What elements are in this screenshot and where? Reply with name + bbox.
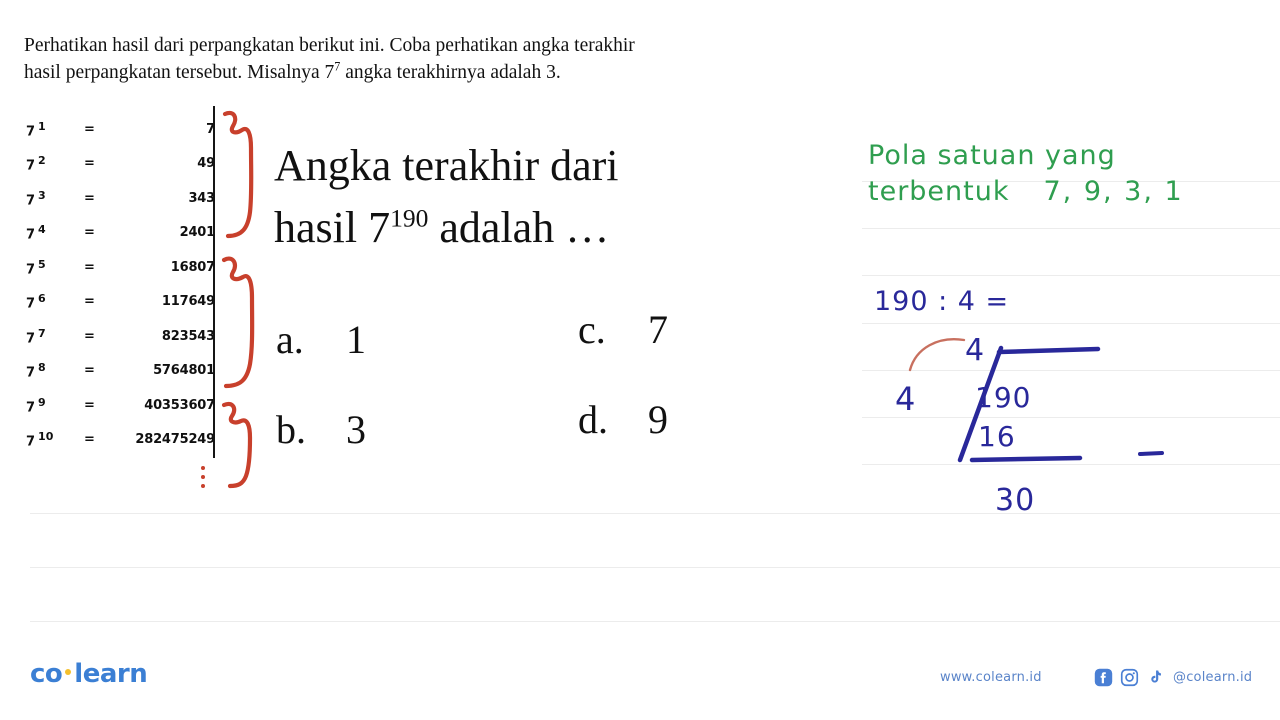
power-expression: 79 [26, 395, 46, 415]
power-expression: 71 [26, 119, 46, 139]
question-line-1: Angka terakhir dari [274, 141, 619, 190]
power-expression: 76 [26, 292, 46, 312]
option-b[interactable]: b. 3 [276, 406, 366, 453]
annotation-division-header: 190 : 4 = [874, 286, 1010, 317]
table-row: 72 = 49 [22, 147, 218, 182]
annotation-green-line-2: terbentuk 7, 9, 3, 1 [868, 176, 1184, 207]
dot [201, 466, 205, 470]
equals-sign: = [84, 363, 95, 379]
option-c-value: 7 [648, 307, 668, 352]
logo-dot-icon [65, 668, 72, 675]
prompt-line-2-b: angka terakhirnya adalah 3. [340, 62, 561, 83]
power-value: 5764801 [153, 363, 215, 379]
table-row: 73 = 343 [22, 181, 218, 216]
power-expression: 75 [26, 257, 46, 277]
rule-line [862, 275, 1280, 276]
red-pointer-arc [908, 338, 966, 372]
power-value: 343 [188, 190, 215, 206]
power-value: 7 [206, 121, 215, 137]
prompt-text: Perhatikan hasil dari perpangkatan berik… [24, 32, 869, 86]
rule-line [862, 228, 1280, 229]
table-row: 76 = 117649 [22, 285, 218, 320]
instagram-icon[interactable] [1120, 668, 1139, 687]
option-c-label: c. [578, 307, 606, 352]
equals-sign: = [84, 121, 95, 137]
facebook-icon[interactable] [1094, 668, 1113, 687]
red-brace-group-2 [221, 256, 255, 389]
option-d[interactable]: d. 9 [578, 396, 668, 443]
table-row: 71 = 7 [22, 112, 218, 147]
annotation-green-pattern: 7, 9, 3, 1 [1043, 176, 1184, 207]
power-value: 49 [197, 156, 215, 172]
power-value: 40353607 [144, 397, 215, 413]
power-value: 2401 [179, 225, 216, 241]
equals-sign: = [84, 397, 95, 413]
social-handle[interactable]: @colearn.id [1173, 670, 1252, 685]
question-line-2: hasil 7190 adalah … [274, 203, 610, 252]
equals-sign: = [84, 432, 95, 448]
table-vertical-rule [213, 106, 215, 458]
power-value: 823543 [161, 328, 215, 344]
red-brace-group-3 [221, 401, 253, 489]
option-b-value: 3 [346, 407, 366, 452]
option-a-label: a. [276, 317, 304, 362]
equals-sign: = [84, 259, 95, 275]
prompt-line-1: Perhatikan hasil dari perpangkatan berik… [24, 35, 635, 56]
option-a-value: 1 [346, 317, 366, 362]
website-url[interactable]: www.colearn.id [940, 670, 1042, 685]
table-continuation-dots [201, 466, 207, 493]
power-expression: 77 [26, 326, 46, 346]
table-row: 78 = 5764801 [22, 354, 218, 389]
table-row: 79 = 40353607 [22, 388, 218, 423]
equals-sign: = [84, 156, 95, 172]
power-value: 282475249 [135, 432, 215, 448]
option-d-label: d. [578, 397, 608, 442]
tiktok-icon[interactable] [1146, 668, 1163, 687]
table-row: 77 = 823543 [22, 319, 218, 354]
annotation-green-label: terbentuk [868, 176, 1010, 207]
equals-sign: = [84, 225, 95, 241]
power-expression: 73 [26, 188, 46, 208]
option-a[interactable]: a. 1 [276, 316, 366, 363]
social-links: @colearn.id [1094, 668, 1252, 687]
equals-sign: = [84, 294, 95, 310]
dot [201, 484, 205, 488]
logo-text-learn: learn [74, 659, 148, 689]
red-brace-group-1 [222, 110, 254, 239]
power-value: 117649 [161, 294, 215, 310]
question-exponent: 190 [390, 203, 429, 233]
powers-table: 71 = 7 72 = 49 73 = 343 74 = 2401 75 = 1… [22, 112, 218, 457]
power-expression: 72 [26, 154, 46, 174]
equals-sign: = [84, 190, 95, 206]
table-row: 7 10 = 282475249 [22, 423, 218, 458]
dot [201, 475, 205, 479]
table-row: 74 = 2401 [22, 216, 218, 251]
equals-sign: = [84, 328, 95, 344]
table-row: 75 = 16807 [22, 250, 218, 285]
option-d-value: 9 [648, 397, 668, 442]
option-b-label: b. [276, 407, 306, 452]
question-text: Angka terakhir dari hasil 7190 adalah … [274, 135, 834, 259]
power-expression: 74 [26, 223, 46, 243]
power-value: 16807 [170, 259, 215, 275]
rule-line [30, 567, 1280, 568]
option-c[interactable]: c. 7 [578, 306, 668, 353]
power-expression: 78 [26, 361, 46, 381]
power-expression: 7 10 [26, 430, 54, 450]
logo-text-co: co [30, 659, 63, 689]
rule-line [30, 621, 1280, 622]
annotation-green-line-1: Pola satuan yang [868, 140, 1116, 171]
prompt-line-2-a: hasil perpangkatan tersebut. Misalnya 7 [24, 62, 335, 83]
colearn-logo: co learn [30, 659, 148, 689]
rule-line [862, 323, 1280, 324]
